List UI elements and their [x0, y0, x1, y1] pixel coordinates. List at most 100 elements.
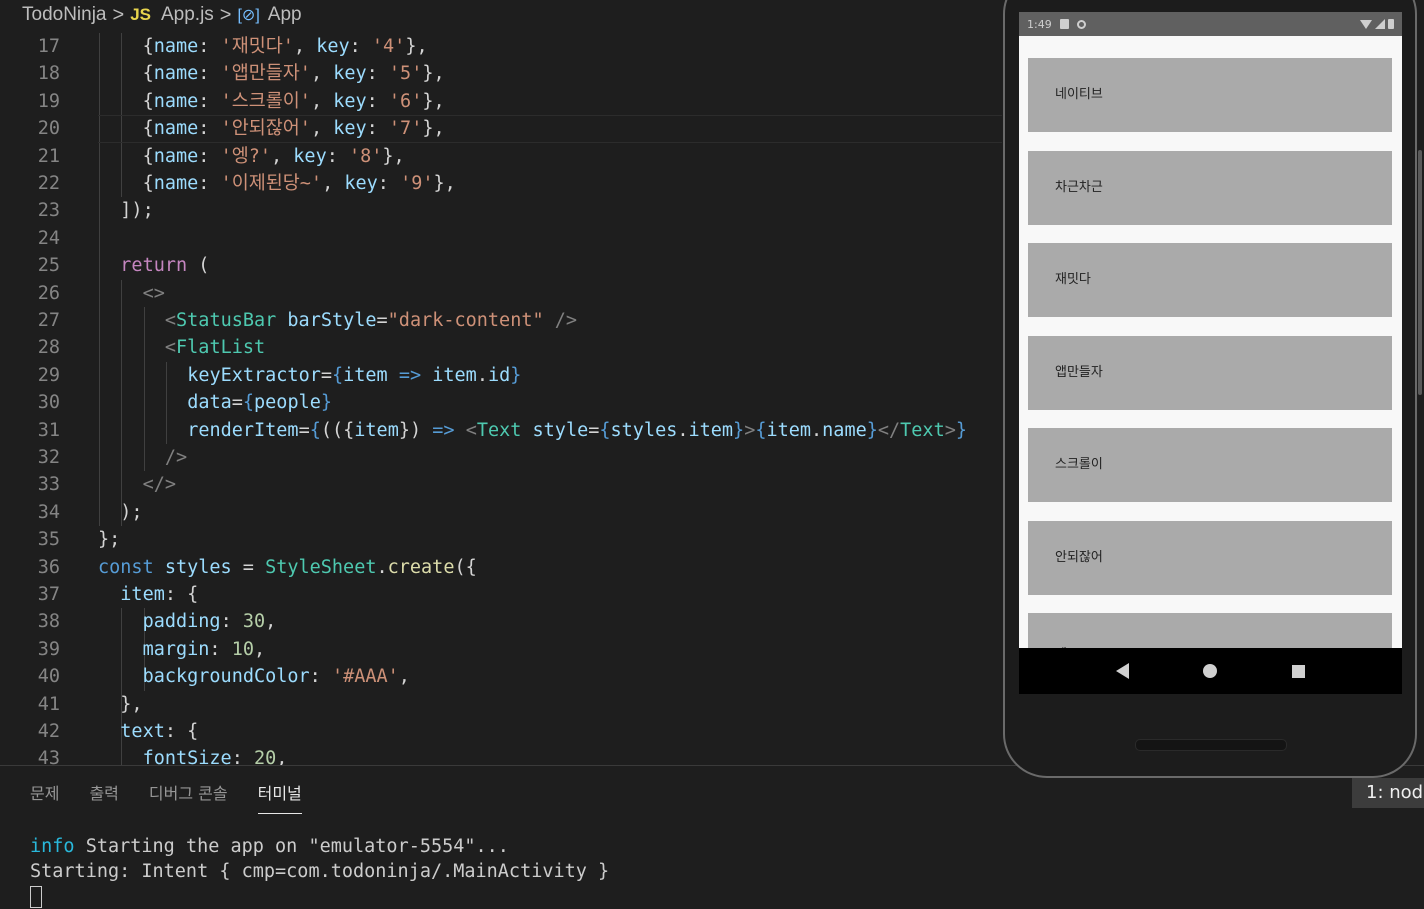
tab-output[interactable]: 출력: [89, 780, 118, 814]
code-token: key: [333, 90, 367, 112]
code-line[interactable]: 20 {name: '안되잖어', key: '7'},: [0, 115, 1002, 143]
terminal-output[interactable]: info Starting the app on "emulator-5554"…: [30, 834, 609, 909]
breadcrumb-file[interactable]: App.js: [161, 4, 214, 26]
code-token: return: [120, 255, 188, 277]
code-token: item: [343, 364, 388, 386]
code-token: item: [354, 419, 399, 441]
code-line[interactable]: 28 <FlatList: [0, 334, 1002, 361]
code-text: {name: '안되잖어', key: '7'},: [143, 115, 445, 142]
code-token: :: [198, 90, 221, 112]
code-line[interactable]: 34);: [0, 499, 1002, 526]
code-line[interactable]: 19 {name: '스크롤이', key: '6'},: [0, 88, 1002, 115]
list-item[interactable]: 스크롤이: [1028, 428, 1392, 502]
code-line[interactable]: 25 return (: [0, 252, 1002, 279]
tab-terminal[interactable]: 터미널: [257, 780, 302, 814]
code-line[interactable]: 29 keyExtractor={item => item.id}: [0, 362, 1002, 389]
code-line[interactable]: 32 />: [0, 444, 1002, 471]
code-token: styles: [164, 556, 232, 578]
code-text: />: [165, 444, 187, 471]
code-token: ,: [276, 748, 288, 765]
code-token: fontSize: [142, 748, 232, 765]
wifi-icon: [1360, 19, 1372, 29]
tab-debug-console[interactable]: 디버그 콘솔: [149, 780, 228, 814]
code-token: key: [316, 36, 350, 57]
code-token: '4': [371, 36, 406, 57]
line-number: 29: [37, 364, 60, 386]
code-token: '#AAA': [331, 666, 399, 688]
code-line[interactable]: 40 backgroundColor: '#AAA',: [0, 663, 1002, 690]
code-token: backgroundColor: [142, 666, 310, 688]
code-text: <>: [143, 280, 165, 307]
tab-problems[interactable]: 문제: [30, 780, 59, 814]
code-line[interactable]: 18 {name: '앱만들자', key: '5'},: [0, 60, 1002, 87]
home-icon[interactable]: [1203, 664, 1218, 678]
list-item[interactable]: 앱만들자: [1028, 336, 1392, 410]
status-time: 1:49: [1027, 17, 1052, 31]
code-line[interactable]: 37 item: {: [0, 581, 1002, 608]
list-item[interactable]: 네이티브: [1028, 58, 1392, 132]
code-line[interactable]: 17 {name: '재밋다', key: '4'},: [0, 33, 1002, 60]
code-token: name: [822, 419, 867, 441]
code-token: Text: [476, 419, 522, 441]
code-text: margin: 10,: [143, 636, 266, 663]
code-token: .: [677, 419, 689, 441]
code-line[interactable]: 35};: [0, 526, 1002, 553]
code-token: (: [187, 255, 210, 277]
list-item[interactable]: 엥?: [1028, 613, 1392, 648]
list-item[interactable]: 안되잖어: [1028, 521, 1392, 595]
recent-apps-icon[interactable]: [1291, 664, 1305, 678]
code-line[interactable]: 38 padding: 30,: [0, 608, 1002, 635]
code-line[interactable]: 31 renderItem={(({item}) => <Text style={…: [0, 417, 1002, 444]
line-number: 34: [37, 501, 60, 523]
code-token: },: [422, 118, 445, 140]
code-line[interactable]: 33 </>: [0, 471, 1002, 498]
code-token: </: [877, 419, 901, 441]
line-number: 38: [37, 611, 60, 633]
code-line[interactable]: 24: [0, 225, 1002, 252]
list-item[interactable]: 재밋다: [1028, 243, 1392, 317]
code-line[interactable]: 21 {name: '엥?', key: '8'},: [0, 143, 1002, 170]
code-line[interactable]: 30 data={people}: [0, 389, 1002, 416]
list-item[interactable]: 차근차근: [1028, 151, 1392, 225]
line-number: 20: [37, 118, 60, 140]
code-token: :: [231, 748, 254, 765]
terminal-selector[interactable]: 1: node: [1352, 778, 1424, 808]
code-token: :: [326, 145, 349, 167]
code-editor[interactable]: 17 {name: '재밋다', key: '4'}, 18 {name: '앱만들자…: [0, 30, 1002, 765]
code-line[interactable]: 23]);: [0, 197, 1002, 224]
code-line[interactable]: 41},: [0, 691, 1002, 718]
breadcrumb: TodoNinja > JS App.js > [⊘] App: [0, 0, 1002, 30]
code-line[interactable]: 26 <>: [0, 280, 1002, 307]
code-line[interactable]: 22 {name: '이제된당~', key: '9'},: [0, 170, 1002, 197]
code-token: =>: [398, 364, 422, 386]
back-icon[interactable]: [1116, 663, 1130, 679]
emulator-scrollbar[interactable]: [1418, 150, 1422, 395]
code-text: {name: '스크롤이', key: '6'},: [143, 88, 445, 115]
code-line[interactable]: 42 text: {: [0, 718, 1002, 745]
sync-icon: [1076, 19, 1086, 29]
code-token: text: [120, 721, 165, 742]
bottom-panel: 문제 출력 디버그 콘솔 터미널 1: node info Starting t…: [0, 765, 1424, 909]
breadcrumb-project[interactable]: TodoNinja: [22, 4, 107, 26]
code-token: name: [153, 36, 199, 57]
flat-list[interactable]: 네이티브 차근차근 재밋다 앱만들자 스크롤이 안되잖어 엥?: [1019, 36, 1402, 648]
code-token: item: [432, 364, 477, 386]
code-token: data: [187, 392, 232, 414]
code-line[interactable]: 27 <StatusBar barStyle="dark-content" />: [0, 307, 1002, 334]
code-token: :: [366, 63, 389, 85]
code-token: </>: [142, 474, 177, 496]
code-token: {: [142, 145, 154, 167]
code-token: '앱만들자': [220, 63, 311, 85]
line-number: 31: [37, 419, 60, 441]
emulator-screen[interactable]: 1:49 네이티브 차근차근 재밋다 앱만들자 스크롤이 안되잖어 엥?: [1019, 12, 1402, 694]
code-line[interactable]: 36 const styles = StyleSheet.create({: [0, 554, 1002, 581]
code-line[interactable]: 39 margin: 10,: [0, 636, 1002, 663]
code-token: const: [98, 556, 154, 578]
code-line[interactable]: 43 fontSize: 20,: [0, 745, 1002, 765]
line-number: 39: [37, 638, 60, 660]
breadcrumb-symbol[interactable]: App: [268, 4, 302, 26]
code-token: },: [382, 145, 405, 167]
code-token: :: [309, 666, 332, 688]
line-number: 33: [37, 474, 60, 496]
